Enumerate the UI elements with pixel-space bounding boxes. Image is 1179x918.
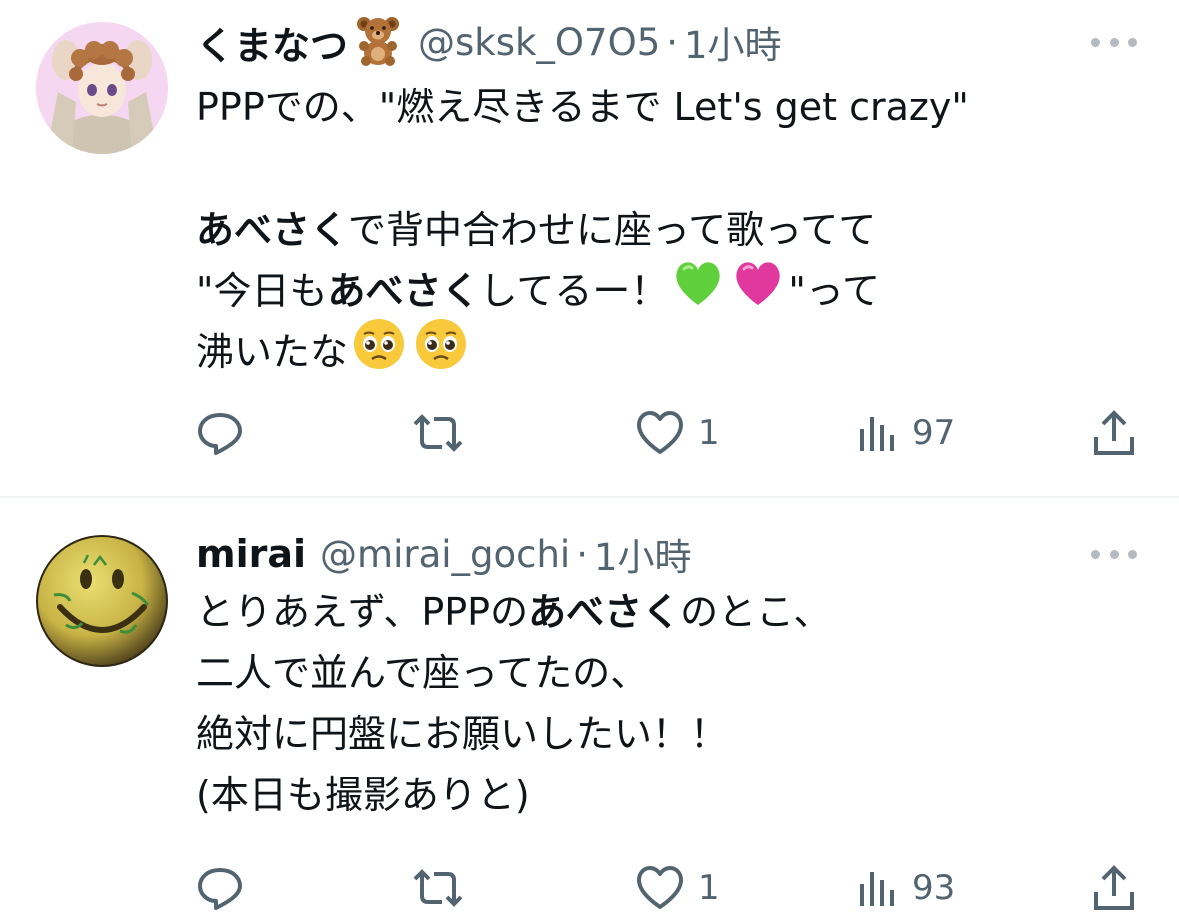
- like-count: 1: [698, 868, 720, 908]
- share-button[interactable]: [1092, 403, 1136, 463]
- text-line: "今日も あべさく してるー！ "って: [196, 261, 969, 322]
- author-handle[interactable]: @sksk_O7O5: [418, 21, 660, 64]
- text-line: あべさく で背中合わせに座って歌ってて: [196, 200, 969, 261]
- tweet-time[interactable]: 1小時: [594, 527, 692, 581]
- teddy-bear-icon: [352, 14, 404, 70]
- text-line: PPPでの、"燃え尽きるまで Let's get crazy": [196, 85, 969, 129]
- avatar[interactable]: [36, 535, 168, 667]
- views-count: 97: [912, 413, 956, 453]
- tweet-text: PPPでの、"燃え尽きるまで Let's get crazy" あべさく で背中合…: [196, 77, 969, 383]
- text-line: 絶対に円盤にお願いしたい！！: [196, 712, 729, 756]
- more-icon[interactable]: [1091, 548, 1137, 560]
- reply-icon: [198, 868, 242, 910]
- retweet-icon: [413, 414, 463, 452]
- views-icon: [860, 417, 894, 451]
- like-icon: [637, 411, 683, 454]
- hashtag-text: あべさく: [196, 208, 349, 252]
- reply-icon: [198, 413, 242, 455]
- pleading-face-icon: [414, 317, 468, 389]
- retweet-button[interactable]: [412, 403, 464, 463]
- share-button[interactable]: [1092, 858, 1136, 918]
- reply-button[interactable]: [196, 858, 244, 918]
- text-line: 二人で並んで座ってたの、: [196, 651, 649, 695]
- separator-dot: ·: [576, 532, 588, 576]
- avatar[interactable]: [36, 22, 168, 154]
- more-icon[interactable]: [1091, 36, 1137, 48]
- reply-button[interactable]: [196, 403, 244, 463]
- author-handle[interactable]: @mirai_gochi: [320, 533, 570, 576]
- like-count: 1: [698, 413, 720, 453]
- tweet-actions: 1 97: [196, 403, 1138, 463]
- text-line: とりあえず、PPPの あべさく のとこ、: [196, 590, 832, 634]
- pink-heart-icon: [732, 259, 784, 325]
- share-icon: [1094, 865, 1134, 910]
- retweet-icon: [413, 869, 463, 907]
- like-button[interactable]: 1: [636, 403, 720, 463]
- author-name[interactable]: mirai: [196, 532, 306, 576]
- tweet[interactable]: くまなつ @sksk_O7O5 · 1小時 PPPでの、"燃え尽きるまで Let…: [0, 0, 1179, 497]
- views-count: 93: [912, 868, 956, 908]
- share-icon: [1094, 410, 1134, 455]
- like-button[interactable]: 1: [636, 858, 720, 918]
- tweet-header: くまなつ @sksk_O7O5 · 1小時: [196, 14, 782, 70]
- views-button[interactable]: 97: [858, 403, 955, 463]
- author-name[interactable]: くまなつ: [196, 15, 348, 70]
- tweet[interactable]: mirai @mirai_gochi · 1小時 とりあえず、PPPの あべさくの…: [0, 497, 1179, 918]
- views-icon: [860, 872, 894, 906]
- tweet-text: とりあえず、PPPの あべさく のとこ、 二人で並んで座ってたの、 絶対に円盤にお願…: [196, 582, 831, 826]
- text-line: (本日も撮影ありと): [196, 773, 530, 817]
- tweet-header: mirai @mirai_gochi · 1小時: [196, 526, 692, 582]
- views-button[interactable]: 93: [858, 858, 955, 918]
- retweet-button[interactable]: [412, 858, 464, 918]
- tweet-time[interactable]: 1小時: [684, 15, 782, 69]
- separator-dot: ·: [666, 20, 679, 64]
- like-icon: [637, 866, 683, 909]
- pleading-face-icon: [352, 317, 406, 389]
- tweet-actions: 1 93: [196, 858, 1138, 918]
- green-heart-icon: [672, 259, 724, 325]
- text-line: 沸いたな: [196, 318, 969, 383]
